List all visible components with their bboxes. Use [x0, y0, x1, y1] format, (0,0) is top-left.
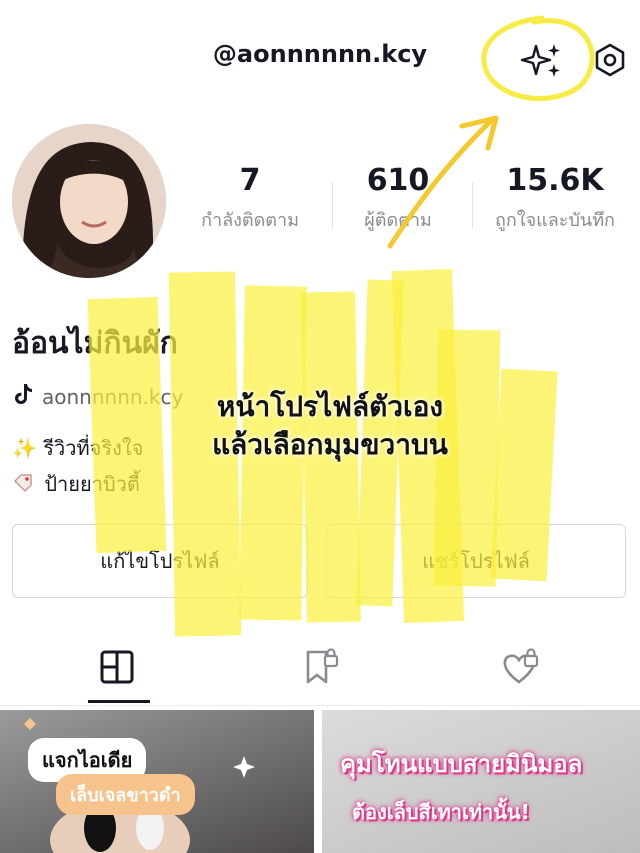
heart-lock-icon: [503, 648, 539, 684]
tab-saved[interactable]: [296, 642, 346, 692]
annotation-line: หน้าโปรไฟล์ตัวเอง: [216, 390, 444, 423]
sparkles-icon[interactable]: [518, 40, 566, 82]
stat-following-count: 7: [239, 163, 261, 198]
tab-liked[interactable]: [494, 642, 544, 692]
post-subtitle: เล็บเจลขาวดำ: [56, 774, 195, 815]
bookmark-lock-icon: [306, 648, 339, 684]
handle-text: aonnnnnn.kcy: [42, 384, 184, 409]
stat-followers-count: 610: [366, 163, 430, 198]
stat-following-label: กำลังติดตาม: [201, 210, 299, 231]
annotation-line: แล้วเลือกมุมขวาบน: [212, 427, 448, 461]
profile-header: @aonnnnnn.kcy: [0, 0, 640, 120]
video-thumbnail[interactable]: คุมโทนแบบสายมินิมอล ต้องเล็บสีเทาเท่านั้…: [322, 710, 640, 853]
stat-likes-label: ถูกใจและบันทึก: [495, 210, 615, 231]
avatar[interactable]: [12, 124, 166, 278]
tiktok-logo-icon: [12, 382, 34, 411]
bio-line: ป้ายยาบิวตี้: [12, 468, 140, 500]
annotation-text: หน้าโปรไฟล์ตัวเอง แล้วเลือกมุมขวาบน: [150, 388, 510, 464]
bio-line: ✨ รีวิวที่จริงใจ: [12, 436, 144, 460]
share-profile-button[interactable]: แชร์โปรไฟล์: [326, 524, 626, 598]
post-subtitle: ต้องเล็บสีเทาเท่านั้น!: [352, 800, 530, 824]
grid-icon: [100, 650, 134, 684]
stat-followers-label: ผู้ติดตาม: [364, 210, 432, 231]
video-thumbnail[interactable]: แจกไอเดีย เล็บเจลขาวดำ: [0, 710, 314, 853]
stat-followers[interactable]: 610 ผู้ติดตาม: [336, 164, 460, 234]
stat-likes-count: 15.6K: [506, 163, 604, 198]
stat-following[interactable]: 7 กำลังติดตาม: [188, 164, 312, 234]
stat-divider: [332, 182, 333, 228]
tag-icon: [12, 472, 34, 499]
edit-profile-button[interactable]: แก้ไขโปรไฟล์: [12, 524, 308, 598]
stat-divider: [472, 182, 473, 228]
bio-text: ป้ายยาบิวตี้: [44, 472, 140, 496]
post-title: คุมโทนแบบสายมินิมอล: [340, 750, 583, 778]
stat-likes[interactable]: 15.6K ถูกใจและบันทึก: [480, 164, 630, 234]
settings-icon[interactable]: [590, 40, 630, 80]
tab-videos[interactable]: [92, 642, 142, 692]
active-tab-indicator: [88, 700, 150, 703]
content-tabs: [0, 630, 640, 706]
handle-row: aonnnnnn.kcy: [12, 382, 183, 411]
display-name: อ้อนไม่กินผัก: [12, 326, 178, 361]
